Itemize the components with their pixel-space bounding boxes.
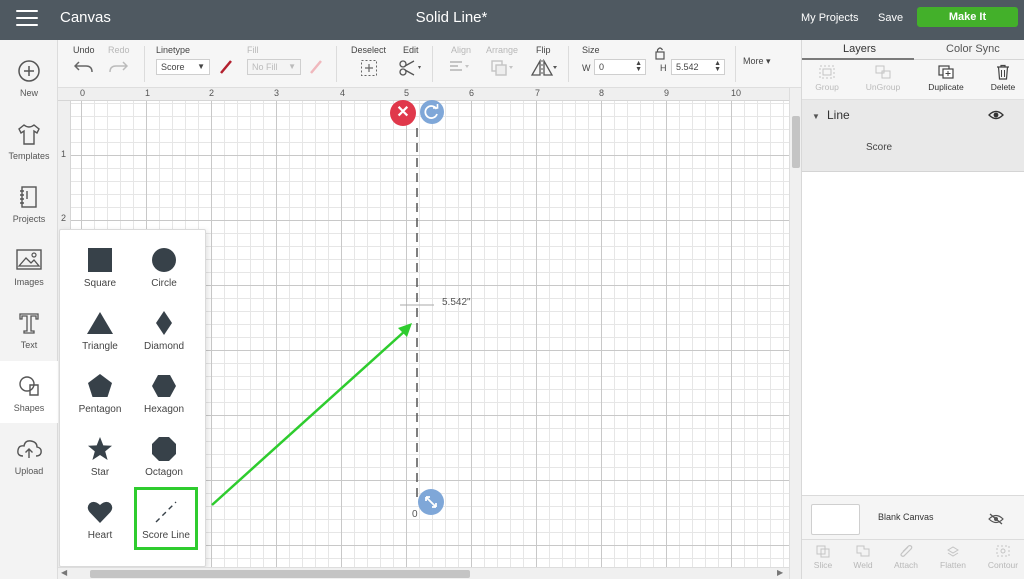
panel-tabs: Layers Color Sync	[802, 40, 1024, 60]
rotate-handle-icon[interactable]	[420, 100, 444, 124]
contour-icon	[996, 545, 1010, 557]
shape-label: Triangle	[82, 341, 118, 352]
heart-icon	[87, 501, 113, 523]
eye-icon[interactable]	[988, 109, 1004, 121]
shape-pentagon[interactable]: Pentagon	[68, 372, 132, 432]
shape-label: Pentagon	[78, 404, 122, 415]
horizontal-scroll-thumb[interactable]	[90, 570, 470, 578]
duplicate-icon	[938, 65, 954, 79]
group-button[interactable]: Group	[802, 64, 852, 92]
weld-icon	[856, 545, 870, 557]
shape-label: Star	[90, 467, 110, 478]
shape-star[interactable]: Star	[68, 435, 132, 495]
flatten-icon	[947, 546, 959, 557]
shape-label: Square	[83, 278, 117, 289]
layer-group-line[interactable]: ▼ Line Score	[802, 100, 1024, 172]
shape-label: Hexagon	[143, 404, 185, 415]
horizontal-scrollbar[interactable]: ◀ ▶	[58, 567, 789, 579]
tab-color-sync[interactable]: Color Sync	[946, 43, 1000, 55]
vertical-scroll-thumb[interactable]	[792, 116, 800, 168]
slice-icon	[816, 545, 830, 558]
attach-button[interactable]: Attach	[886, 544, 926, 570]
scroll-right-icon[interactable]: ▶	[777, 568, 783, 577]
duplicate-button[interactable]: Duplicate	[921, 64, 971, 92]
shape-label: Octagon	[145, 467, 183, 478]
contour-button[interactable]: Contour	[983, 544, 1023, 570]
diamond-icon	[156, 311, 172, 335]
shape-square[interactable]: Square	[68, 246, 132, 306]
shape-hexagon[interactable]: Hexagon	[132, 372, 196, 432]
square-icon	[88, 248, 112, 272]
shape-circle[interactable]: Circle	[132, 246, 196, 306]
resize-handle-icon[interactable]	[418, 489, 444, 515]
annotation-arrow	[211, 329, 407, 506]
layer-child-score[interactable]: Score	[866, 142, 892, 153]
bottom-actions: Slice Weld Attach Flatten Contour	[802, 539, 1024, 579]
hexagon-icon	[152, 375, 176, 397]
group-icon	[819, 65, 835, 79]
pentagon-icon	[88, 374, 112, 397]
shape-label: Diamond	[143, 341, 185, 352]
octagon-icon	[152, 437, 176, 461]
scroll-left-icon[interactable]: ◀	[61, 568, 67, 577]
triangle-icon	[87, 312, 113, 334]
circle-icon	[152, 248, 176, 272]
tab-layers[interactable]: Layers	[843, 43, 876, 55]
star-icon	[88, 437, 112, 460]
layers-panel: Layers Color Sync Group UnGroup Duplicat…	[801, 40, 1024, 579]
shape-octagon[interactable]: Octagon	[132, 435, 196, 495]
dimension-label: 5.542"	[442, 297, 471, 308]
shapes-panel: Square Circle Triangle Diamond Pentagon …	[59, 229, 206, 567]
slice-button[interactable]: Slice	[803, 544, 843, 570]
blank-canvas-label: Blank Canvas	[878, 512, 934, 522]
ungroup-icon	[875, 65, 891, 79]
delete-handle-icon[interactable]: ✕	[390, 100, 416, 126]
shape-label: Heart	[87, 530, 113, 541]
ungroup-button[interactable]: UnGroup	[858, 64, 908, 92]
layer-actions: Group UnGroup Duplicate Delete	[802, 60, 1024, 100]
paperclip-icon	[900, 545, 913, 557]
flatten-button[interactable]: Flatten	[933, 544, 973, 570]
layer-name: Line	[827, 108, 850, 122]
blank-canvas-row[interactable]: Blank Canvas	[802, 495, 1024, 539]
score-line-highlight	[134, 487, 198, 550]
trash-icon	[997, 64, 1009, 80]
shape-label: Circle	[151, 278, 177, 289]
weld-button[interactable]: Weld	[843, 544, 883, 570]
blank-canvas-swatch[interactable]	[811, 504, 860, 535]
collapse-arrow-icon[interactable]: ▼	[812, 112, 820, 121]
shape-diamond[interactable]: Diamond	[132, 309, 196, 369]
shape-triangle[interactable]: Triangle	[68, 309, 132, 369]
shape-heart[interactable]: Heart	[68, 498, 132, 558]
hidden-eye-icon[interactable]	[988, 513, 1004, 525]
delete-button[interactable]: Delete	[978, 64, 1024, 92]
vertical-scrollbar[interactable]	[789, 88, 801, 579]
origin-label: 0	[412, 509, 418, 520]
